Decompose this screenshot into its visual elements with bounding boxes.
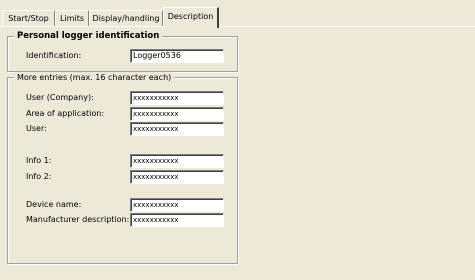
device-name-label: Device name: bbox=[26, 200, 82, 209]
info1-label: Info 1: bbox=[26, 156, 52, 165]
user-label: User: bbox=[26, 124, 47, 133]
identification-field[interactable]: Logger0536 bbox=[130, 49, 224, 63]
area-of-application-field[interactable]: xxxxxxxxxxx bbox=[130, 107, 224, 121]
tab-display-handling[interactable]: Display/handling bbox=[89, 10, 163, 26]
tab-start-stop[interactable]: Start/Stop bbox=[2, 10, 55, 26]
tab-strip: Start/Stop Limits Display/handling Descr… bbox=[0, 0, 475, 28]
identification-label: Identification: bbox=[26, 51, 82, 60]
manufacturer-description-label: Manufacturer description: bbox=[26, 215, 130, 224]
user-company-label: User (Company): bbox=[26, 93, 94, 102]
personal-logger-title: Personal logger identification bbox=[14, 31, 163, 42]
area-of-application-label: Area of application: bbox=[26, 109, 105, 118]
tab-description[interactable]: Description bbox=[163, 7, 219, 28]
tab-limits[interactable]: Limits bbox=[55, 10, 89, 26]
info2-label: Info 2: bbox=[26, 172, 52, 181]
user-field[interactable]: xxxxxxxxxxx bbox=[130, 122, 224, 136]
user-company-field[interactable]: xxxxxxxxxxx bbox=[130, 91, 224, 105]
info1-field[interactable]: xxxxxxxxxxx bbox=[130, 154, 224, 168]
manufacturer-description-field[interactable]: xxxxxxxxxxx bbox=[130, 213, 224, 227]
device-name-field[interactable]: xxxxxxxxxxx bbox=[130, 198, 224, 212]
description-panel: Personal logger identification Identific… bbox=[0, 27, 475, 280]
info2-field[interactable]: xxxxxxxxxxx bbox=[130, 170, 224, 184]
more-entries-title: More entries (max. 16 character each) bbox=[14, 72, 175, 83]
